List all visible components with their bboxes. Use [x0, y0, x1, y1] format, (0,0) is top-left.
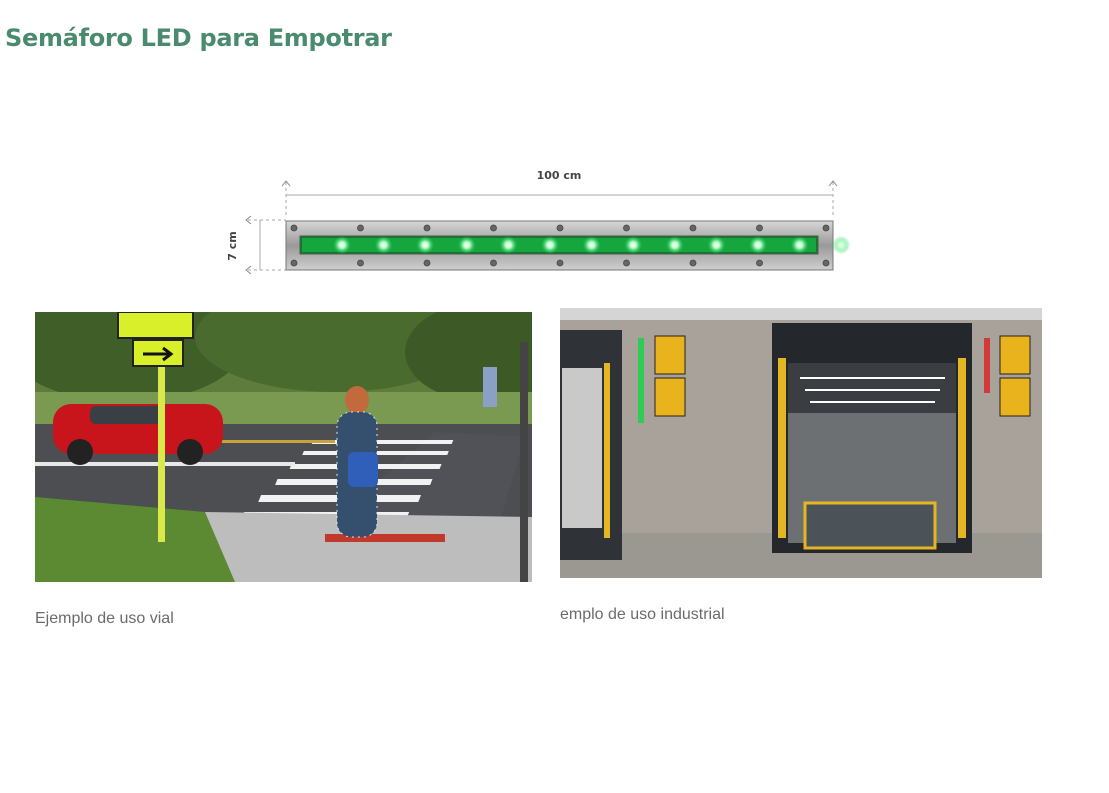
- led-light: [499, 236, 518, 254]
- led-light: [665, 236, 684, 254]
- screw: [290, 224, 298, 232]
- led-light: [374, 236, 393, 254]
- led-light: [333, 236, 351, 254]
- road-usage-caption: Ejemplo de uso vial: [35, 610, 174, 627]
- led-light: [582, 236, 601, 254]
- product-diagram: 100 cm 7 cm: [220, 160, 851, 280]
- screw: [357, 224, 364, 232]
- screw: [490, 259, 497, 267]
- screw: [423, 259, 431, 267]
- width-dimension-label: 100 cm: [537, 169, 582, 182]
- screw: [290, 259, 298, 267]
- industrial-usage-caption: emplo de uso industrial: [560, 606, 725, 623]
- road-usage-photo: [35, 312, 532, 582]
- screw: [357, 259, 364, 267]
- led-bar-drawing: 100 cm 7 cm: [226, 169, 851, 275]
- screw: [623, 224, 630, 232]
- screw: [423, 224, 431, 232]
- led-light: [541, 236, 559, 254]
- led-light: [832, 236, 851, 254]
- screw: [822, 224, 830, 232]
- led-light: [416, 236, 435, 254]
- led-light: [707, 236, 726, 254]
- screw: [623, 259, 630, 267]
- screw: [756, 224, 763, 232]
- screw: [556, 224, 564, 232]
- screw: [556, 259, 564, 267]
- industrial-usage-photo: [560, 308, 1042, 578]
- screw: [689, 259, 697, 267]
- screw: [689, 224, 697, 232]
- led-light: [457, 236, 476, 254]
- led-light: [790, 236, 809, 254]
- height-dimension-label: 7 cm: [226, 231, 239, 260]
- page-title: Semáforo LED para Empotrar: [5, 24, 392, 52]
- screw: [490, 224, 497, 232]
- led-light: [624, 236, 643, 254]
- screw: [822, 259, 830, 267]
- led-light: [749, 236, 767, 254]
- screw: [756, 259, 763, 267]
